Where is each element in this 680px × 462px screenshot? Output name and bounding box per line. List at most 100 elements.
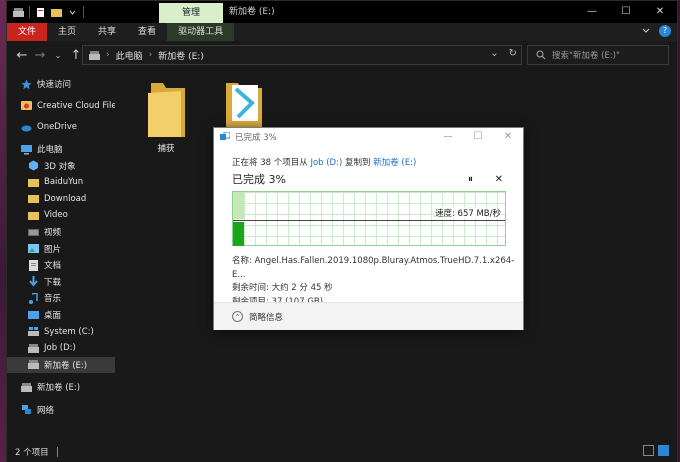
sidebar-item-downloads[interactable]: 下载	[7, 274, 115, 291]
sidebar-item-volume-e[interactable]: 新加卷 (E:)	[7, 356, 115, 374]
folder-item[interactable]: 捕获	[141, 79, 191, 154]
sidebar-item-label: 文档	[44, 261, 62, 272]
large-icons-view-icon[interactable]	[658, 445, 669, 456]
copy-to-text: 复制到	[345, 158, 371, 168]
tab-file[interactable]: 文件	[7, 23, 48, 41]
fewer-details-button[interactable]: 简略信息	[249, 311, 283, 323]
sidebar-item-label: 快速访问	[37, 80, 72, 91]
sidebar-item-this-pc[interactable]: 此电脑	[7, 141, 115, 158]
sidebar-item-label: OneDrive	[37, 122, 77, 133]
transfer-speed-graph: 速度: 657 MB/秒	[232, 191, 506, 246]
breadcrumb-this-pc[interactable]: 此电脑	[116, 49, 143, 62]
tab-share[interactable]: 共享	[87, 23, 127, 41]
drive-icon[interactable]	[13, 7, 24, 17]
breadcrumb-volume-e[interactable]: 新加卷 (E:)	[158, 49, 204, 62]
download-icon	[29, 276, 38, 287]
sidebar-item-label: Download	[44, 193, 87, 204]
item-count: 2 个项目	[15, 447, 49, 458]
sidebar-item-music[interactable]: 音乐	[7, 290, 115, 307]
folder-icon	[148, 83, 185, 137]
chevron-down-icon[interactable]	[67, 8, 78, 17]
sidebar-item-3d-objects[interactable]: 3D 对象	[7, 157, 115, 174]
view-toggle	[643, 445, 669, 456]
help-icon[interactable]: ?	[659, 25, 671, 37]
divider	[83, 6, 84, 18]
sidebar-item-download-folder[interactable]: Download	[7, 191, 115, 208]
search-input[interactable]: 搜索"新加卷 (E:)"	[552, 49, 620, 61]
folder-icon	[28, 211, 39, 220]
sidebar-item-system-c[interactable]: System (C:)	[7, 323, 115, 340]
cancel-button[interactable]: ✕	[495, 172, 503, 188]
chevron-right-icon[interactable]: ›	[106, 50, 110, 60]
tab-view[interactable]: 查看	[127, 23, 167, 41]
maximize-button[interactable]: ☐	[609, 1, 643, 23]
properties-icon[interactable]	[35, 7, 46, 17]
source-link[interactable]: Job (D:)	[310, 158, 342, 168]
sidebar-item-creative-cloud[interactable]: Creative Cloud Files	[7, 98, 115, 115]
sidebar-item-video-folder[interactable]: Video	[7, 207, 115, 224]
sidebar-item-label: 音乐	[44, 294, 62, 305]
search-box[interactable]: 搜索"新加卷 (E:)"	[527, 45, 669, 65]
refresh-icon[interactable]: ↻	[509, 48, 517, 59]
navigation-pane: 快速访问 Creative Cloud Files OneDrive 此电脑 3…	[7, 71, 115, 441]
sidebar-item-desktop[interactable]: 桌面	[7, 307, 115, 324]
onedrive-icon	[21, 125, 32, 132]
recent-locations-icon[interactable]: ⌄	[49, 51, 67, 60]
sidebar-item-label: Creative Cloud Files	[37, 100, 115, 111]
close-button[interactable]: ✕	[493, 128, 523, 146]
sidebar-item-documents[interactable]: 文档	[7, 257, 115, 274]
tab-home[interactable]: 主页	[47, 23, 87, 41]
dialog-footer: ⌃ 简略信息	[214, 302, 523, 330]
progress-fill	[233, 222, 244, 246]
minimize-button[interactable]: —	[433, 128, 463, 146]
sidebar-item-network[interactable]: 网络	[7, 402, 115, 419]
3d-objects-icon	[29, 160, 38, 171]
window-controls: — ☐ ✕	[575, 1, 677, 23]
pause-button[interactable]: ⏸	[468, 172, 473, 188]
folder-icon	[28, 195, 39, 204]
details-view-icon[interactable]	[643, 445, 654, 456]
sidebar-item-baiduyun[interactable]: BaiduYun	[7, 174, 115, 191]
address-bar[interactable]: › 此电脑 › 新加卷 (E:) ⌄ ↻	[82, 45, 522, 65]
video-icon	[28, 228, 39, 236]
sidebar-item-label: Video	[44, 210, 68, 221]
new-folder-icon[interactable]	[51, 8, 62, 17]
sidebar-item-volume-e-root[interactable]: 新加卷 (E:)	[7, 379, 115, 396]
window-title: 新加卷 (E:)	[229, 7, 275, 17]
folder-icon	[28, 178, 39, 187]
chevron-down-icon[interactable]	[641, 26, 651, 36]
destination-link[interactable]: 新加卷 (E:)	[373, 158, 416, 168]
manage-tab[interactable]: 管理	[159, 3, 223, 23]
dialog-title-bar[interactable]: 已完成 3% — ☐ ✕	[214, 128, 523, 146]
drive-icon	[28, 327, 39, 337]
sidebar-item-videos[interactable]: 视频	[7, 224, 115, 241]
documents-icon	[29, 259, 38, 271]
pictures-icon	[28, 244, 39, 254]
sidebar-item-pictures[interactable]: 图片	[7, 240, 115, 257]
sidebar-item-job-d[interactable]: Job (D:)	[7, 340, 115, 357]
forward-button[interactable]: →	[31, 48, 49, 63]
sidebar-item-label: 3D 对象	[44, 161, 76, 172]
speed-line	[233, 220, 505, 221]
title-bar[interactable]: 管理 新加卷 (E:) — ☐ ✕	[7, 1, 677, 23]
copy-description: 正在将 38 个项目从 Job (D:) 复制到 新加卷 (E:)	[214, 156, 523, 168]
sidebar-item-quick-access[interactable]: 快速访问	[7, 76, 115, 93]
file-name: 名称: Angel.Has.Fallen.2019.1080p.Bluray.A…	[232, 256, 515, 280]
close-button[interactable]: ✕	[643, 1, 677, 23]
chevron-down-icon[interactable]: ⌄	[490, 48, 498, 59]
quick-access-toolbar	[7, 1, 84, 23]
creative-cloud-icon	[21, 101, 32, 111]
drive-icon	[28, 360, 39, 370]
chevron-up-icon[interactable]: ⌃	[232, 311, 243, 322]
back-button[interactable]: ←	[13, 48, 31, 63]
drive-icon	[21, 382, 32, 392]
maximize-button[interactable]: ☐	[463, 128, 493, 146]
dialog-controls: — ☐ ✕	[433, 128, 523, 146]
divider	[56, 446, 58, 457]
copy-progress-dialog: 已完成 3% — ☐ ✕ 正在将 38 个项目从 Job (D:) 复制到 新加…	[213, 127, 524, 330]
chevron-right-icon[interactable]: ›	[149, 50, 153, 60]
minimize-button[interactable]: —	[575, 1, 609, 23]
sidebar-item-onedrive[interactable]: OneDrive	[7, 119, 115, 136]
tab-drive-tools[interactable]: 驱动器工具	[167, 23, 235, 41]
sidebar-item-label: 此电脑	[37, 145, 63, 156]
